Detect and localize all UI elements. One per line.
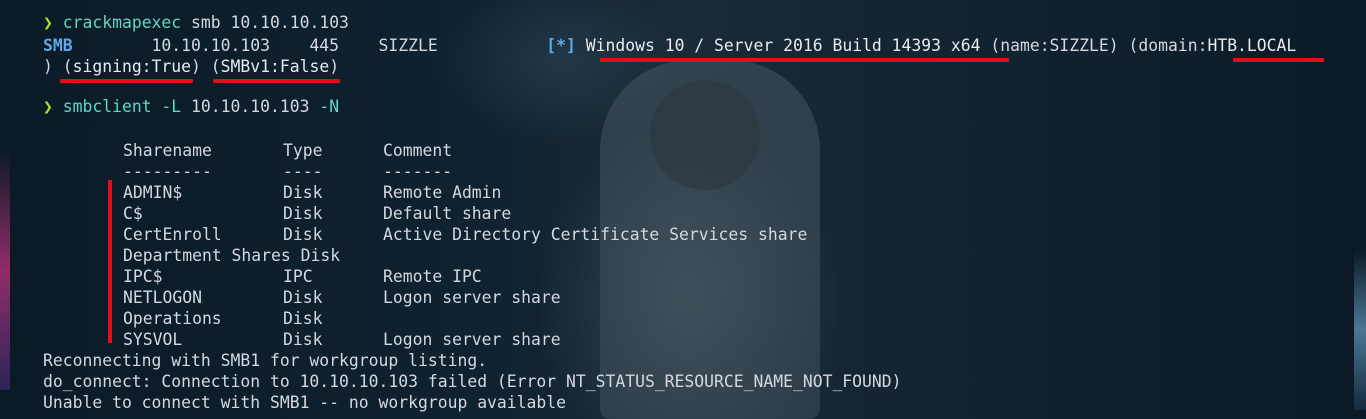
background-neon-right — [1354, 250, 1366, 410]
background-neon-left — [0, 150, 10, 390]
share-comment: Active Directory Certificate Services sh… — [383, 225, 808, 244]
separator-comment: ------- — [383, 162, 453, 181]
smb-result-wrap-line: ) (signing:True) (SMBv1:False) — [43, 56, 339, 77]
output-line: do_connect: Connection to 10.10.10.103 f… — [43, 372, 902, 391]
share-comment: Default share — [383, 204, 512, 223]
command-args: smb 10.10.10.103 — [181, 13, 349, 32]
share-comment: Logon server share — [383, 288, 561, 307]
smb-tag: SMB — [43, 36, 73, 55]
separator-sharename: --------- — [123, 162, 212, 181]
info-marker: [*] — [546, 36, 576, 55]
wrap-mid: ) ( — [191, 57, 221, 76]
output-line: Unable to connect with SMB1 -- no workgr… — [43, 393, 567, 412]
table-row: NETLOGON Disk Logon server share — [123, 287, 561, 308]
separator-type: ---- — [283, 162, 323, 181]
share-name: NETLOGON — [123, 288, 202, 307]
table-row: Operations Disk — [123, 308, 383, 329]
flag-l: -L — [151, 97, 182, 116]
command-line-smbclient: ❯ smbclient -L 10.10.10.103 -N — [43, 96, 339, 117]
share-name: SYSVOL — [123, 330, 183, 349]
signing-value: signing:True — [72, 57, 192, 76]
table-row: ADMIN$ Disk Remote Admin — [123, 182, 501, 203]
wrap-prefix: ) ( — [43, 57, 73, 76]
domain-prefix: (domain: — [1118, 36, 1208, 55]
table-separator-row: --------- ---- ------- — [123, 161, 452, 182]
command-program: crackmapexec — [62, 13, 182, 32]
share-name: CertEnroll — [123, 225, 222, 244]
table-row: IPC$ IPC Remote IPC — [123, 266, 482, 287]
prompt-symbol: ❯ — [43, 13, 53, 32]
share-type: Disk — [283, 330, 323, 349]
table-row: Department Shares Disk — [123, 245, 340, 266]
share-type: Disk — [283, 183, 323, 202]
share-comment: Remote IPC — [383, 267, 482, 286]
share-type: Disk — [283, 309, 323, 328]
host-name: (name:SIZZLE) — [980, 36, 1119, 55]
column-type: Type — [283, 141, 323, 160]
share-name: Operations — [123, 309, 222, 328]
column-comment: Comment — [383, 141, 453, 160]
share-name: C$ — [123, 204, 143, 223]
output-line: Reconnecting with SMB1 for workgroup lis… — [43, 351, 488, 370]
annotation-underline-signing — [60, 79, 193, 83]
command-program: smbclient — [62, 97, 152, 116]
share-name: Department Shares Disk — [123, 246, 341, 265]
background-figure-head — [650, 80, 760, 190]
table-row: SYSVOL Disk Logon server share — [123, 329, 561, 350]
smbv1-value: SMBv1:False — [220, 57, 330, 76]
flag-n: -N — [309, 97, 340, 116]
os-version: Windows 10 / Server 2016 Build 14393 x64 — [575, 36, 981, 55]
smb-result-line: SMB 10.10.10.103 445 SIZZLE [*] Windows … — [43, 35, 1296, 56]
terminal-window[interactable]: ❯ crackmapexec smb 10.10.10.103 SMB 10.1… — [0, 0, 1366, 419]
column-sharename: Sharename — [123, 141, 212, 160]
share-type: Disk — [283, 288, 323, 307]
share-comment: Remote Admin — [383, 183, 502, 202]
annotation-underline-os — [600, 58, 1009, 62]
share-type: Disk — [283, 225, 323, 244]
annotation-underline-smbv1 — [213, 79, 340, 83]
annotation-bar-shares — [108, 180, 112, 343]
share-comment: Logon server share — [383, 330, 561, 349]
annotation-underline-domain — [1233, 58, 1324, 62]
smb-ip-port-host: 10.10.10.103 445 SIZZLE — [72, 36, 547, 55]
share-name: IPC$ — [123, 267, 163, 286]
share-name: ADMIN$ — [123, 183, 183, 202]
share-type: IPC — [283, 267, 313, 286]
table-header-row: Sharename Type Comment — [123, 140, 452, 161]
table-row: C$ Disk Default share — [123, 203, 511, 224]
prompt-symbol: ❯ — [43, 97, 53, 116]
share-type: Disk — [283, 204, 323, 223]
table-row: CertEnroll Disk Active Directory Certifica… — [123, 224, 807, 245]
domain-value: HTB.LOCAL — [1207, 36, 1297, 55]
wrap-suffix: ) — [329, 57, 340, 76]
command-ip: 10.10.10.103 — [181, 97, 310, 116]
command-line-crackmapexec: ❯ crackmapexec smb 10.10.10.103 — [43, 12, 349, 33]
